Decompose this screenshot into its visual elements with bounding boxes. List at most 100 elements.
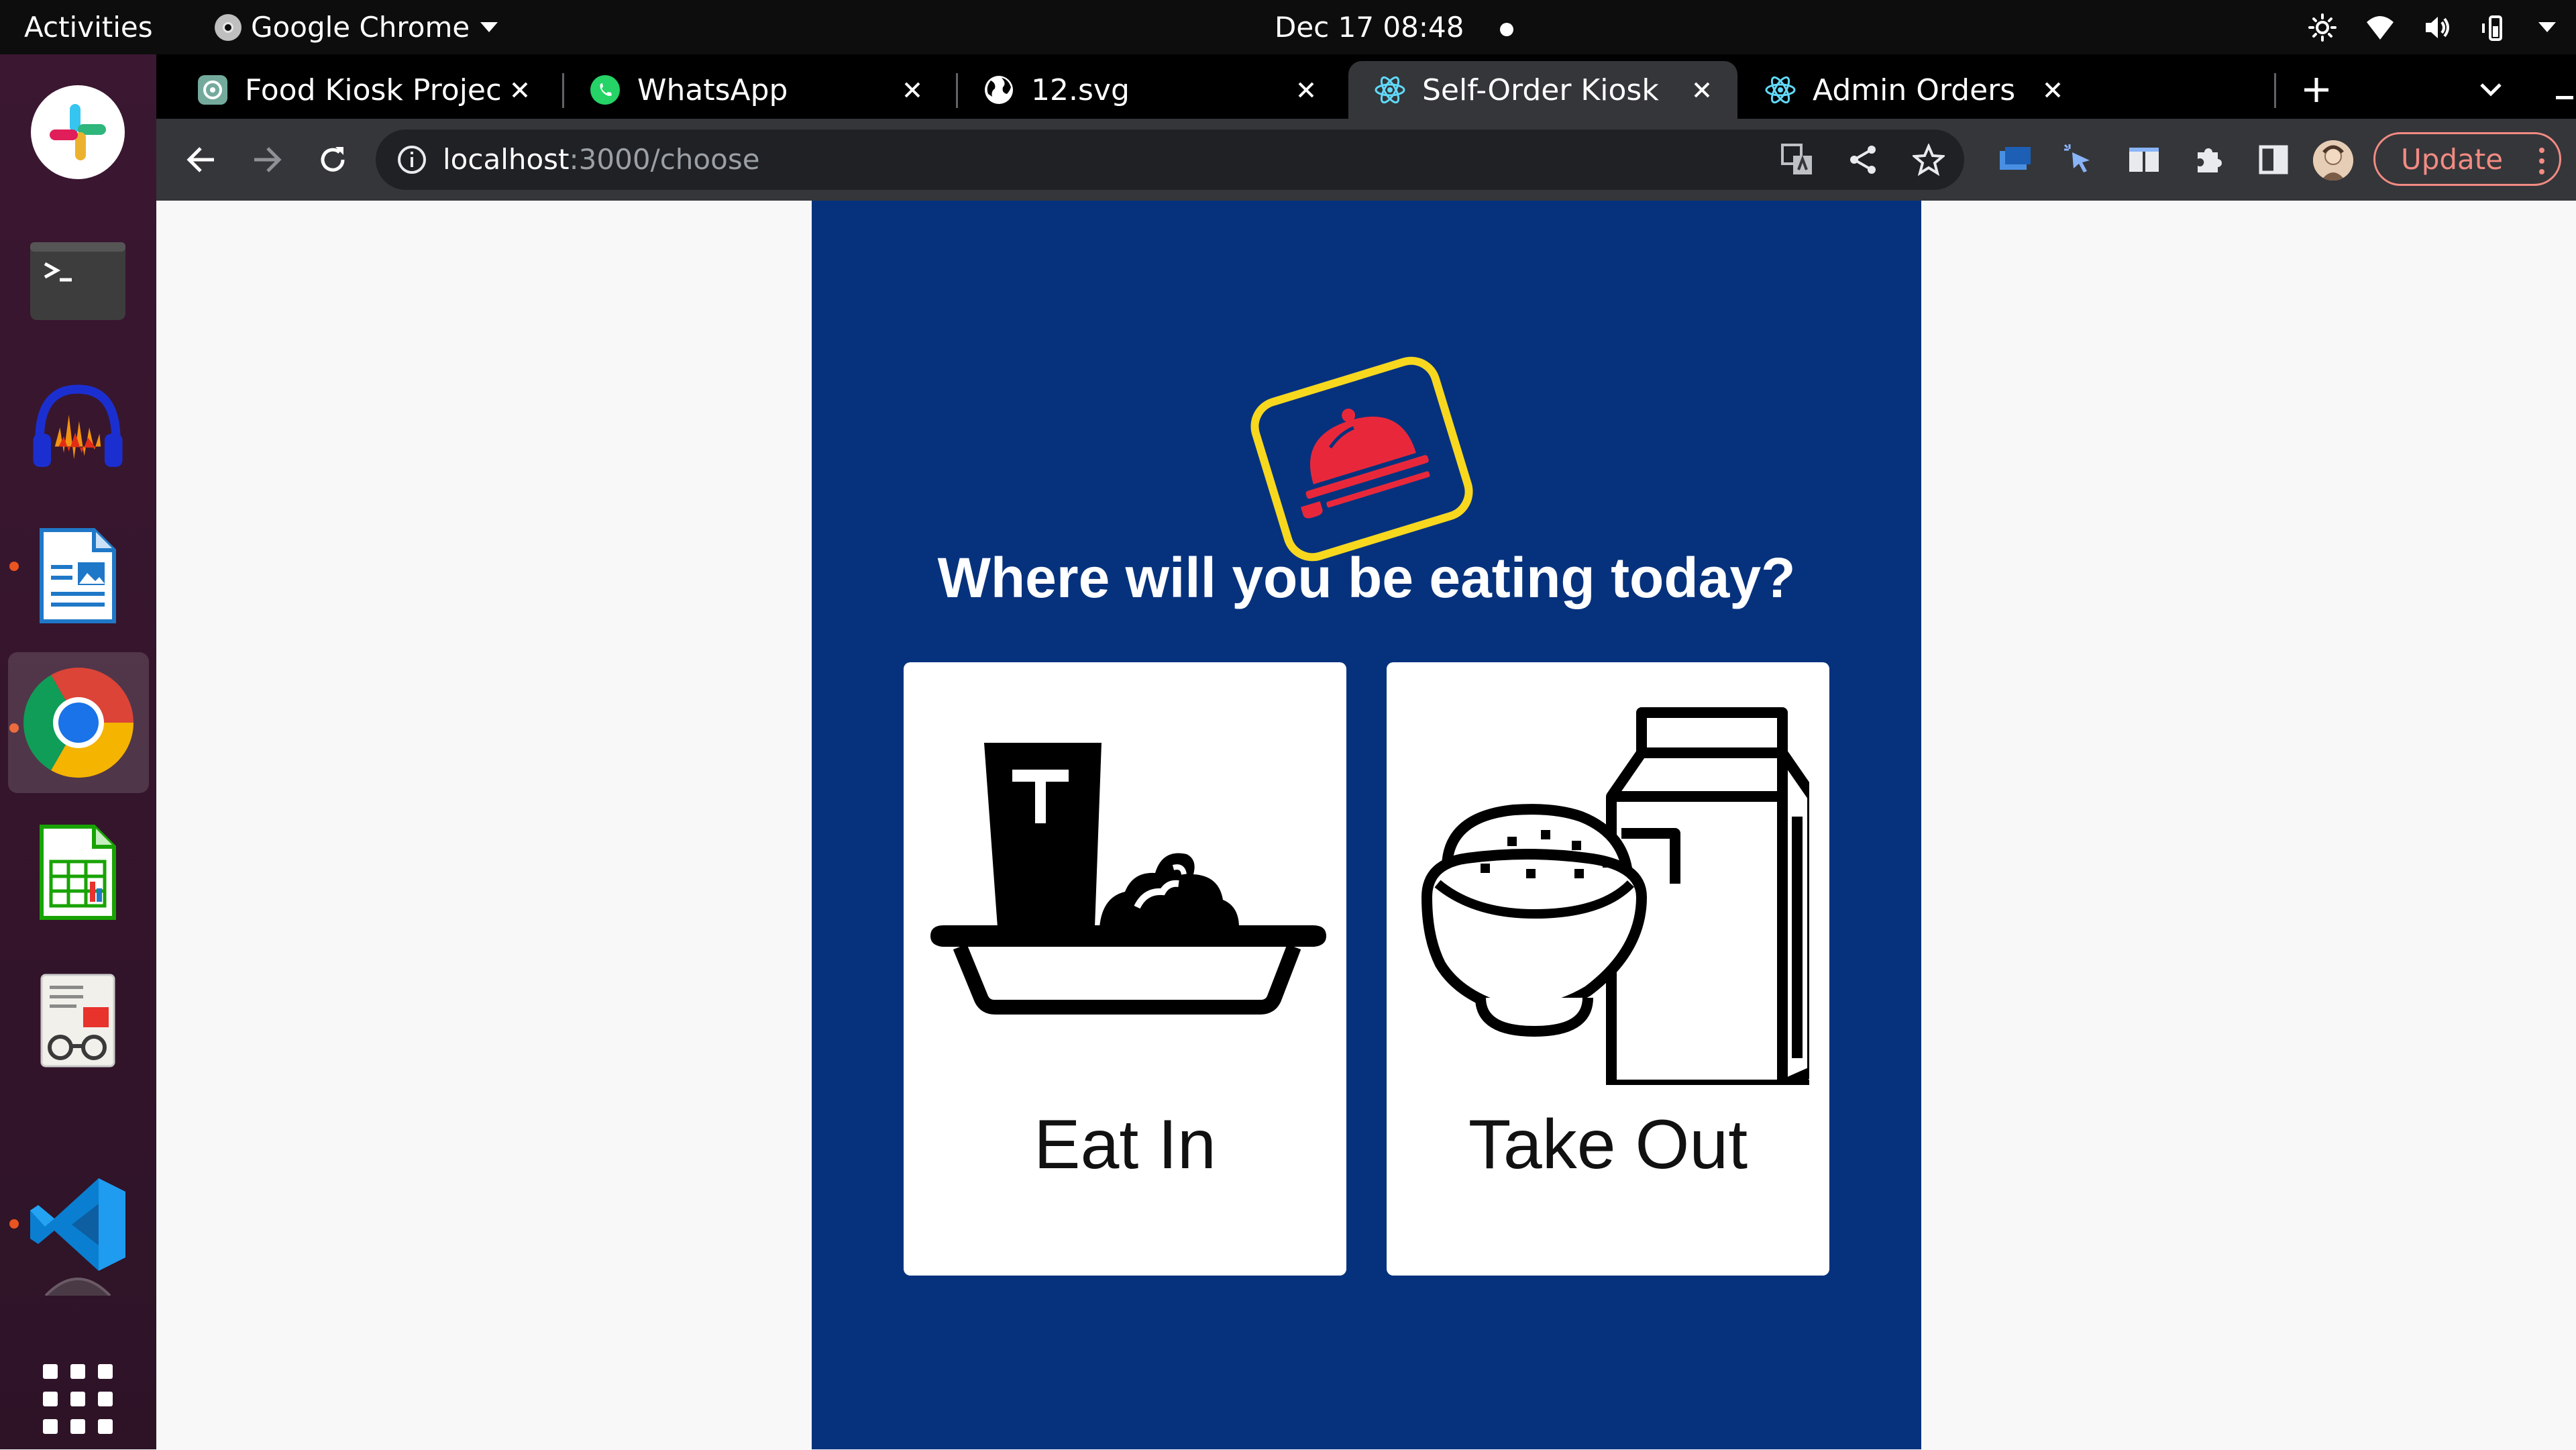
globe-icon: [985, 76, 1013, 104]
reload-icon: [321, 147, 345, 172]
back-button[interactable]: [179, 138, 223, 182]
new-tab-button[interactable]: [2294, 68, 2339, 112]
translate-button[interactable]: [1779, 142, 1815, 178]
dock-app-audacity[interactable]: [27, 376, 129, 478]
browser-toolbar: localhost:3000/choose Update: [156, 119, 2576, 202]
take-out-label: Take Out: [1468, 1106, 1748, 1184]
chevron-down-icon: [2480, 83, 2502, 97]
eat-in-button[interactable]: Eat In: [904, 662, 1346, 1276]
tab-admin-orders[interactable]: Admin Orders: [1737, 61, 2137, 119]
share-icon: [1850, 146, 1876, 174]
minimize-icon: [2556, 96, 2573, 99]
document-viewer-icon: [40, 974, 115, 1068]
close-icon: [2045, 82, 2061, 98]
clock[interactable]: Dec 17 08:48: [1275, 0, 1513, 54]
dock-app-terminal[interactable]: [27, 230, 129, 332]
tab-strip: Food Kiosk Project WhatsApp 12.svg Self-…: [156, 54, 2576, 119]
volume-icon: [2426, 16, 2449, 38]
tab-whatsapp[interactable]: WhatsApp: [549, 61, 948, 119]
take-out-button[interactable]: Take Out: [1387, 662, 1829, 1276]
close-tab-button[interactable]: [1685, 73, 1719, 107]
address-bar[interactable]: localhost:3000/choose: [376, 130, 1964, 190]
close-tab-button[interactable]: [896, 73, 929, 107]
chatgpt-icon: [198, 75, 227, 105]
tab-self-order-kiosk[interactable]: Self-Order Kiosk: [1348, 61, 1737, 119]
tray-meal-icon: [930, 743, 1326, 1015]
arrow-right-icon: [254, 147, 282, 172]
extension-screen-button[interactable]: [1993, 138, 2037, 182]
apps-grid-icon: [43, 1364, 113, 1434]
more-vert-icon[interactable]: [2538, 146, 2546, 176]
system-tray[interactable]: [2308, 0, 2556, 54]
running-indicator-icon: [9, 1219, 19, 1229]
chrome-icon: [23, 668, 133, 778]
share-button[interactable]: [1845, 142, 1881, 178]
kiosk-screen: Where will you be eating today? Eat In T…: [812, 201, 1921, 1449]
audacity-icon: [33, 384, 123, 467]
terminal-icon: [30, 242, 125, 320]
dock-app-slack[interactable]: [27, 81, 129, 183]
system-top-bar: Activities Google Chrome Dec 17 08:48: [0, 0, 2576, 54]
app-menu-label: Google Chrome: [251, 11, 470, 44]
minimize-button[interactable]: [2542, 68, 2576, 112]
tab-title: Food Kiosk Project: [245, 72, 500, 107]
arrow-left-icon: [186, 147, 214, 172]
app-menu[interactable]: Google Chrome: [215, 0, 498, 54]
extension-picker-button[interactable]: [2057, 138, 2102, 182]
eat-in-label: Eat In: [1034, 1106, 1216, 1184]
tab-title: WhatsApp: [637, 72, 788, 107]
tab-separator: [2274, 73, 2276, 108]
close-tab-button[interactable]: [1289, 73, 1323, 107]
url-path: :3000/choose: [569, 143, 760, 176]
extensions-button[interactable]: [2187, 138, 2231, 182]
dock-app-document-viewer[interactable]: [27, 970, 129, 1072]
url-host: localhost: [443, 143, 570, 176]
info-icon[interactable]: [396, 144, 428, 176]
update-button[interactable]: Update: [2373, 132, 2561, 186]
tab-12-svg[interactable]: 12.svg: [943, 61, 1342, 119]
whatsapp-icon: [590, 75, 620, 105]
close-tab-button[interactable]: [503, 73, 537, 107]
reading-list-button[interactable]: [2122, 138, 2166, 182]
cloche-logo-icon: [1250, 356, 1473, 562]
dock-app-chrome[interactable]: [8, 652, 149, 793]
side-panel-button[interactable]: [2251, 138, 2296, 182]
chevron-down-icon: [480, 22, 498, 32]
chevron-down-icon: [2538, 22, 2556, 32]
tab-food-kiosk-project[interactable]: Food Kiosk Project: [156, 61, 555, 119]
side-panel-icon: [2259, 145, 2288, 174]
dock-app-vscode[interactable]: [27, 1174, 129, 1276]
screen-capture-icon: [2000, 147, 2031, 170]
forward-button[interactable]: [245, 138, 289, 182]
columns-icon: [2129, 148, 2159, 172]
tab-search-button[interactable]: [2469, 68, 2513, 112]
tab-title: Self-Order Kiosk: [1422, 72, 1659, 107]
reload-button[interactable]: [311, 138, 355, 182]
dock-app-libreoffice-calc[interactable]: [27, 821, 129, 923]
show-applications-button[interactable]: [27, 1348, 129, 1450]
battery-icon: [2482, 15, 2502, 41]
partial-dock-app-icon: [44, 1278, 111, 1296]
close-icon: [512, 82, 528, 98]
slack-icon: [31, 85, 125, 179]
update-label: Update: [2401, 142, 2504, 176]
tab-title: 12.svg: [1031, 72, 1130, 107]
close-icon: [904, 82, 920, 98]
page-viewport: Where will you be eating today? Eat In T…: [156, 201, 2576, 1449]
vscode-icon: [30, 1178, 125, 1271]
close-tab-button[interactable]: [2036, 73, 2070, 107]
takeout-box-icon: [1421, 707, 1809, 1085]
libreoffice-draw-icon: [40, 528, 116, 623]
puzzle-piece-icon: [2198, 148, 2222, 172]
bookmark-star-button[interactable]: [1911, 142, 1947, 178]
translate-icon: [1781, 144, 1812, 174]
chrome-app-icon: [215, 13, 241, 41]
dock-app-libreoffice-draw[interactable]: [27, 525, 129, 627]
cursor-click-icon: [2063, 144, 2090, 172]
close-icon: [1694, 82, 1710, 98]
profile-avatar[interactable]: [2313, 140, 2353, 180]
react-icon: [1375, 76, 1405, 104]
activities-button[interactable]: Activities: [24, 0, 153, 54]
tab-title: Admin Orders: [1813, 72, 2016, 107]
brightness-icon: [2308, 13, 2337, 42]
